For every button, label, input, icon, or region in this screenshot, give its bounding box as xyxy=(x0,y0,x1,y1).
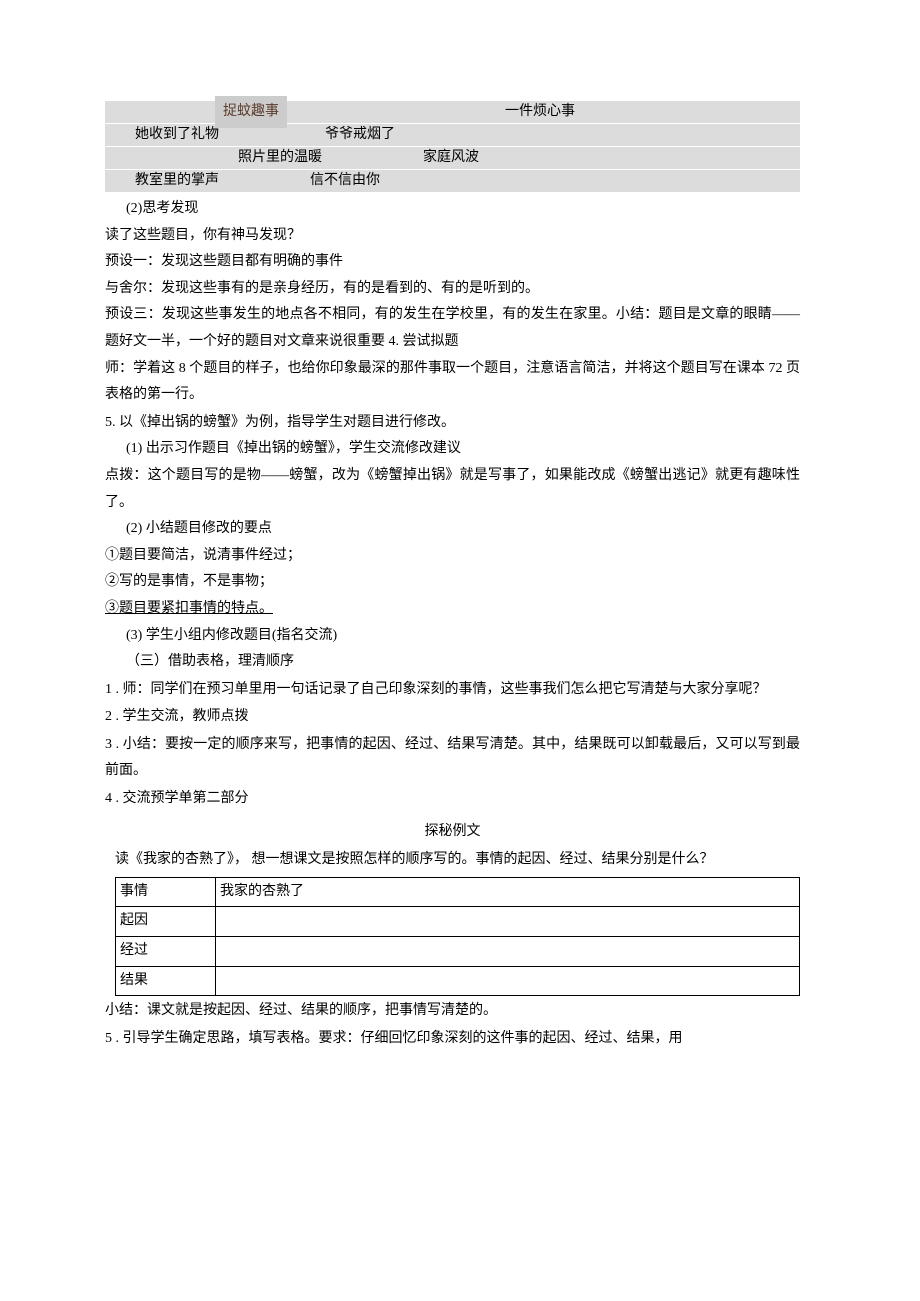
table-row: 起因 xyxy=(116,907,800,937)
cell-result: 结果 xyxy=(116,966,216,996)
cell-cause-val xyxy=(216,907,800,937)
sub-2: (2) 小结题目修改的要点 xyxy=(105,516,800,543)
sub-1: (1) 出示习作题目《掉出锅的螃蟹》，学生交流修改建议 xyxy=(105,436,800,463)
cell-thing: 事情 xyxy=(116,877,216,907)
dianbo: 点拨：这个题目写的是物——螃蟹，改为《螃蟹掉出锅》就是写事了，如果能改成《螃蟹出… xyxy=(105,463,800,516)
num-1: 1 . 师：同学们在预习单里用一句话记录了自己印象深刻的事情，这些事我们怎么把它… xyxy=(105,677,800,704)
line-yusheer: 与舍尔：发现这些事有的是亲身经历，有的是看到的、有的是听到的。 xyxy=(105,276,800,303)
explore-text: 读《我家的杏熟了》， 想一想课文是按照怎样的顺序写的。事情的起因、经过、结果分别… xyxy=(115,847,800,874)
line-preset3: 预设三：发现这些事发生的地点各不相同，有的发生在学校里，有的发生在家里。小结：题… xyxy=(105,302,800,355)
line-question: 读了这些题目，你有神马发现？ xyxy=(105,223,800,250)
sub-3: (3) 学生小组内修改题目(指名交流) xyxy=(105,623,800,650)
title-family: 家庭风波 xyxy=(415,142,487,175)
item-5: 5. 以《掉出锅的螃蟹》为例，指导学生对题目进行修改。 xyxy=(105,410,800,437)
line-preset1: 预设一：发现这些题目都有明确的事件 xyxy=(105,249,800,276)
circle-3: ③题目要紧扣事情的特点。 xyxy=(105,596,800,623)
circle-2: ②写的是事情，不是事物； xyxy=(105,569,800,596)
num-2: 2 . 学生交流，教师点拨 xyxy=(105,704,800,731)
cell-result-val xyxy=(216,966,800,996)
num-3: 3 . 小结：要按一定的顺序来写，把事情的起因、经过、结果写清楚。其中，结果既可… xyxy=(105,732,800,785)
sub-three: （三）借助表格，理清顺序 xyxy=(105,649,800,676)
title-applause: 教室里的掌声 xyxy=(127,165,227,198)
circle-1: ①题目要简洁，说清事件经过； xyxy=(105,543,800,570)
title-believe: 信不信由你 xyxy=(302,165,388,198)
subheading-2: (2)思考发现 xyxy=(105,196,800,223)
explore-title: 探秘例文 xyxy=(105,819,800,846)
title-annoying: 一件烦心事 xyxy=(497,96,583,129)
line-teacher: 师：学着这 8 个题目的样子，也给你印象最深的那件事取一个题目，注意语言简洁，并… xyxy=(105,356,800,409)
cell-process: 经过 xyxy=(116,937,216,967)
num-5: 5 . 引导学生确定思路，填写表格。要求：仔细回忆印象深刻的这件事的起因、经过、… xyxy=(105,1026,800,1053)
title-gift: 她收到了礼物 xyxy=(127,119,227,152)
cell-title: 我家的杏熟了 xyxy=(216,877,800,907)
table-row: 经过 xyxy=(116,937,800,967)
content-body: (2)思考发现 读了这些题目，你有神马发现？ 预设一：发现这些题目都有明确的事件… xyxy=(105,196,800,1052)
cell-cause: 起因 xyxy=(116,907,216,937)
num-4: 4 . 交流预学单第二部分 xyxy=(105,786,800,813)
table-row: 事情 我家的杏熟了 xyxy=(116,877,800,907)
summary-line: 小结：课文就是按起因、经过、结果的顺序，把事情写清楚的。 xyxy=(105,998,800,1025)
outline-table: 事情 我家的杏熟了 起因 经过 结果 xyxy=(115,877,800,996)
cell-process-val xyxy=(216,937,800,967)
table-row: 结果 xyxy=(116,966,800,996)
reading-section: 读《我家的杏熟了》， 想一想课文是按照怎样的顺序写的。事情的起因、经过、结果分别… xyxy=(105,847,800,996)
